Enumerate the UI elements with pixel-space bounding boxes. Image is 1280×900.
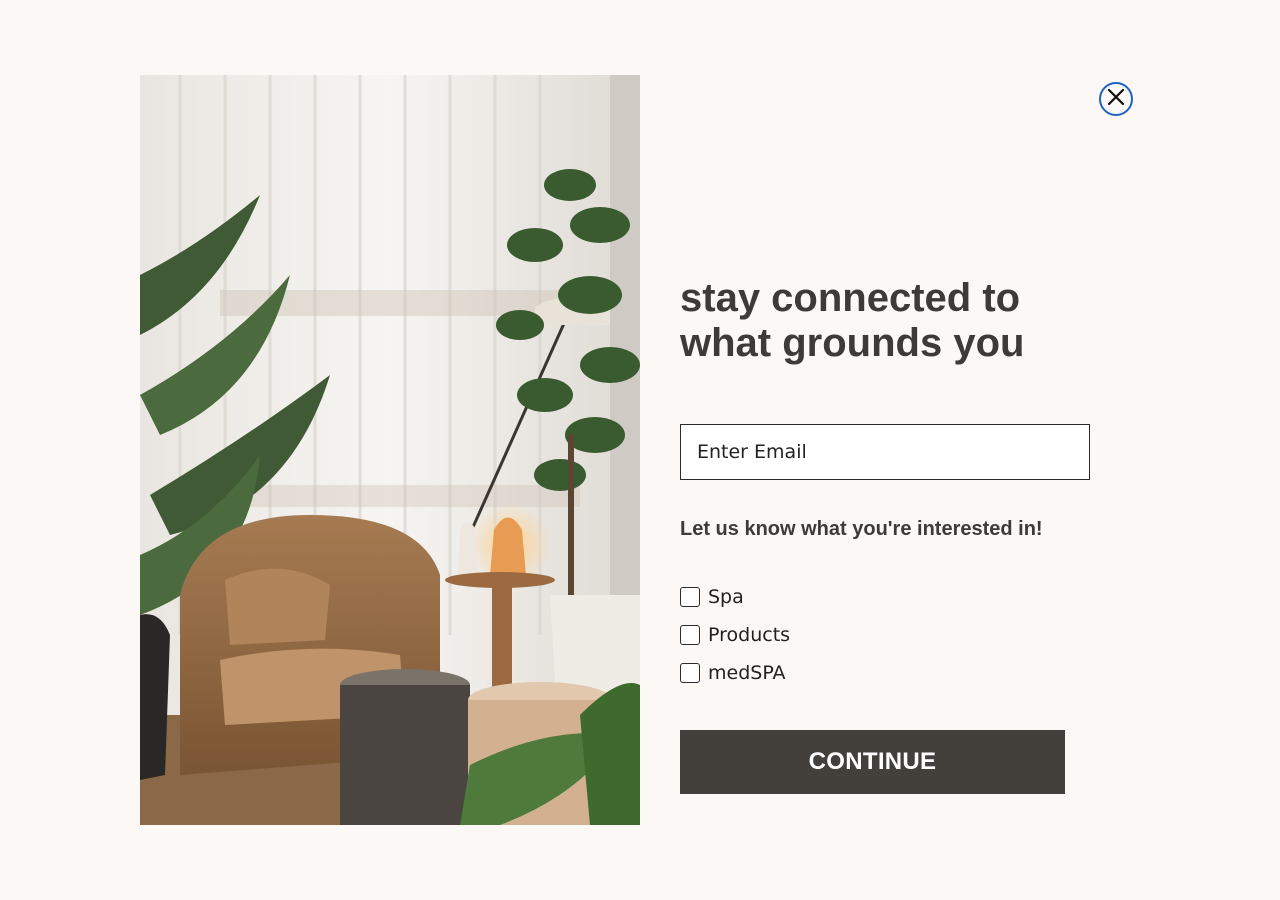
products-checkbox[interactable] xyxy=(680,625,700,645)
option-medspa[interactable]: medSPA xyxy=(680,654,790,692)
option-label: Products xyxy=(708,624,791,646)
option-label: medSPA xyxy=(708,662,786,684)
option-spa[interactable]: Spa xyxy=(680,578,790,616)
close-button[interactable] xyxy=(1099,82,1133,116)
interest-options: Spa Products medSPA xyxy=(680,578,790,692)
spa-checkbox[interactable] xyxy=(680,587,700,607)
medspa-checkbox[interactable] xyxy=(680,663,700,683)
interest-prompt: Let us know what you're interested in! xyxy=(680,518,1043,540)
headline: stay connected to what grounds you xyxy=(680,276,1025,365)
signup-modal: stay connected to what grounds you Let u… xyxy=(0,0,1280,900)
continue-button[interactable]: CONTINUE xyxy=(680,730,1065,794)
lounge-photo xyxy=(140,75,640,825)
option-label: Spa xyxy=(708,586,744,608)
close-icon xyxy=(1107,88,1125,111)
option-products[interactable]: Products xyxy=(680,616,790,654)
email-field[interactable] xyxy=(680,424,1090,480)
